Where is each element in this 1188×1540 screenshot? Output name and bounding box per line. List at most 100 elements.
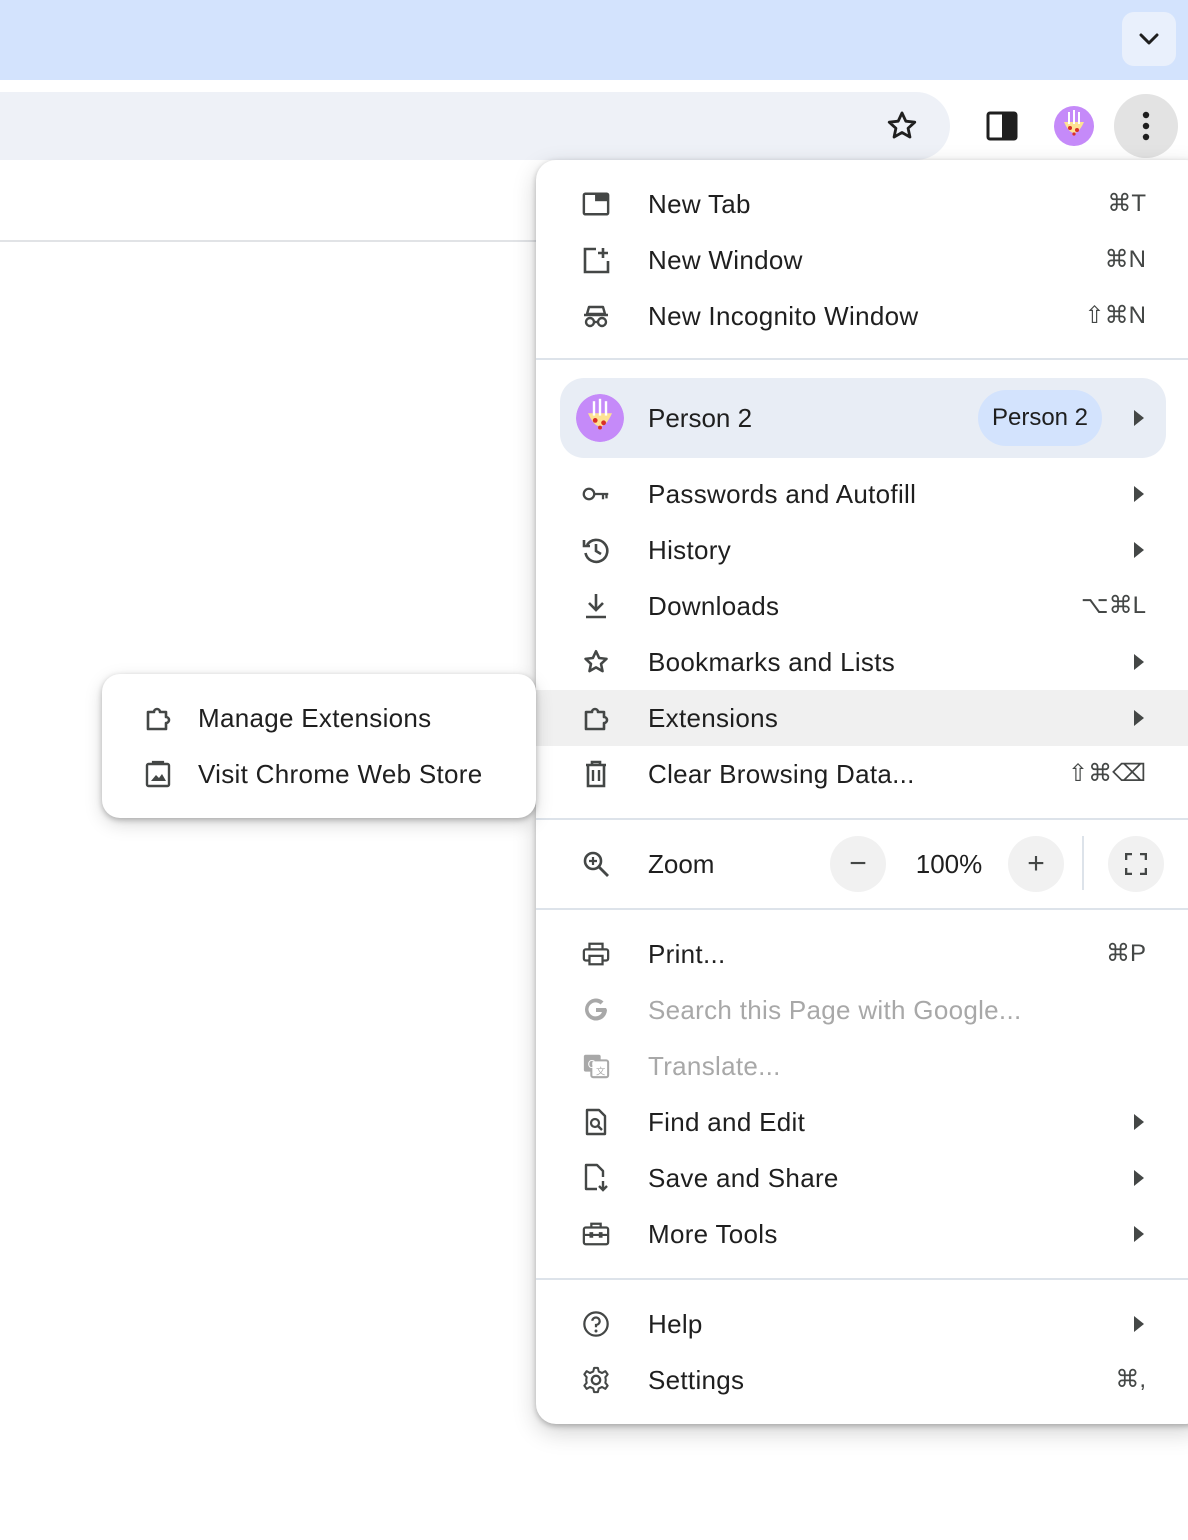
- google-icon: [582, 996, 610, 1024]
- star-icon: [885, 109, 919, 143]
- profile-button[interactable]: [1042, 94, 1106, 158]
- menu-item-label: Help: [648, 1309, 703, 1339]
- submenu-item-visit-chrome-web-store[interactable]: Visit Chrome Web Store: [102, 746, 536, 802]
- menu-item-label: New Incognito Window: [648, 301, 919, 331]
- shortcut: ⇧⌘N: [1084, 302, 1146, 329]
- svg-text:文: 文: [596, 1065, 605, 1077]
- zoom-divider: [1082, 836, 1084, 890]
- menu-separator: [536, 358, 1188, 360]
- chrome-menu: New Tab ⌘T New Window ⌘N New Incognito W…: [536, 160, 1188, 1424]
- submenu-item-manage-extensions[interactable]: Manage Extensions: [102, 690, 536, 746]
- side-panel-button[interactable]: [970, 94, 1034, 158]
- shortcut: ⌥⌘L: [1080, 592, 1146, 619]
- menu-item-passwords-and-autofill[interactable]: Passwords and Autofill: [536, 466, 1188, 522]
- menu-item-label: Settings: [648, 1365, 745, 1395]
- shortcut: ⌘P: [1105, 940, 1146, 967]
- trash-icon: [582, 760, 610, 788]
- menu-item-save-and-share[interactable]: Save and Share: [536, 1150, 1188, 1206]
- chevron-right-icon: [1134, 542, 1144, 558]
- menu-separator: [536, 1278, 1188, 1280]
- menu-item-print[interactable]: Print... ⌘P: [536, 926, 1188, 982]
- gear-icon: [582, 1366, 610, 1394]
- extension-icon: [582, 704, 610, 732]
- menu-item-label: Print...: [648, 939, 726, 969]
- shortcut: ⌘N: [1104, 246, 1146, 273]
- tab-strip: [0, 0, 1188, 80]
- page-divider: [0, 240, 540, 242]
- menu-item-find-and-edit[interactable]: Find and Edit: [536, 1094, 1188, 1150]
- extensions-submenu: Manage Extensions Visit Chrome Web Store: [102, 674, 536, 818]
- help-icon: [582, 1310, 610, 1338]
- menu-item-label: History: [648, 535, 731, 565]
- menu-item-help[interactable]: Help: [536, 1296, 1188, 1352]
- toolbar: [0, 80, 1188, 160]
- menu-item-label: Save and Share: [648, 1163, 839, 1193]
- toolbox-icon: [582, 1220, 610, 1248]
- translate-icon: G文: [582, 1052, 610, 1080]
- zoom-out-button[interactable]: −: [830, 836, 886, 892]
- zoom-row: Zoom − 100% +: [536, 836, 1188, 892]
- new-window-icon: [582, 246, 610, 274]
- menu-item-new-incognito-window[interactable]: New Incognito Window ⇧⌘N: [536, 288, 1188, 344]
- menu-item-new-window[interactable]: New Window ⌘N: [536, 232, 1188, 288]
- profile-badge: Person 2: [978, 390, 1102, 446]
- chevron-right-icon: [1134, 1170, 1144, 1186]
- zoom-label: Zoom: [648, 849, 715, 879]
- shortcut: ⌘T: [1107, 190, 1146, 217]
- menu-item-more-tools[interactable]: More Tools: [536, 1206, 1188, 1262]
- menu-item-bookmarks-and-lists[interactable]: Bookmarks and Lists: [536, 634, 1188, 690]
- menu-separator: [536, 908, 1188, 910]
- fullscreen-icon: [1108, 836, 1164, 875]
- chevron-right-icon: [1134, 710, 1144, 726]
- chevron-right-icon: [1134, 410, 1144, 426]
- star-icon: [582, 648, 610, 676]
- new-tab-icon: [582, 190, 610, 218]
- chevron-right-icon: [1134, 1226, 1144, 1242]
- menu-item-settings[interactable]: Settings ⌘,: [536, 1352, 1188, 1408]
- zoom-in-button[interactable]: +: [1008, 836, 1064, 892]
- more-vert-icon: [1142, 111, 1150, 141]
- menu-item-label: Extensions: [648, 703, 779, 733]
- menu-item-history[interactable]: History: [536, 522, 1188, 578]
- menu-item-label: Search this Page with Google...: [648, 995, 1022, 1025]
- menu-item-label: Bookmarks and Lists: [648, 647, 896, 677]
- avatar: [1054, 106, 1094, 146]
- chevron-right-icon: [1134, 654, 1144, 670]
- side-panel-icon: [986, 111, 1018, 141]
- menu-item-label: New Window: [648, 245, 803, 275]
- print-icon: [582, 940, 610, 968]
- extension-icon: [144, 704, 172, 732]
- fullscreen-button[interactable]: [1108, 836, 1164, 892]
- menu-item-translate: G文 Translate...: [536, 1038, 1188, 1094]
- menu-item-new-tab[interactable]: New Tab ⌘T: [536, 176, 1188, 232]
- menu-item-search-page-google: Search this Page with Google...: [536, 982, 1188, 1038]
- find-icon: [582, 1108, 610, 1136]
- save-share-icon: [582, 1163, 610, 1192]
- menu-item-extensions[interactable]: Extensions: [536, 690, 1188, 746]
- chevron-down-icon: [1138, 32, 1160, 46]
- tab-search-button[interactable]: [1122, 12, 1176, 66]
- menu-item-label: Translate...: [648, 1051, 781, 1081]
- menu-item-label: Downloads: [648, 591, 780, 621]
- bookmark-button[interactable]: [870, 94, 934, 158]
- address-bar[interactable]: [0, 92, 950, 160]
- menu-separator: [536, 818, 1188, 820]
- submenu-item-label: Manage Extensions: [198, 703, 432, 733]
- menu-item-label: New Tab: [648, 189, 751, 219]
- menu-item-clear-browsing-data[interactable]: Clear Browsing Data... ⇧⌘⌫: [536, 746, 1188, 802]
- chevron-right-icon: [1134, 1316, 1144, 1332]
- menu-item-label: More Tools: [648, 1219, 778, 1249]
- incognito-icon: [582, 302, 610, 330]
- chevron-right-icon: [1134, 486, 1144, 502]
- key-icon: [582, 480, 610, 508]
- shortcut: ⇧⌘⌫: [1067, 760, 1146, 787]
- avatar: [576, 394, 624, 442]
- menu-item-label: Passwords and Autofill: [648, 479, 917, 509]
- profile-name: Person 2: [648, 403, 753, 433]
- chevron-right-icon: [1134, 1114, 1144, 1130]
- profile-row[interactable]: Person 2 Person 2: [560, 378, 1166, 458]
- zoom-level: 100%: [915, 849, 983, 879]
- menu-button[interactable]: [1114, 94, 1178, 158]
- menu-item-downloads[interactable]: Downloads ⌥⌘L: [536, 578, 1188, 634]
- svg-text:G: G: [588, 1059, 596, 1071]
